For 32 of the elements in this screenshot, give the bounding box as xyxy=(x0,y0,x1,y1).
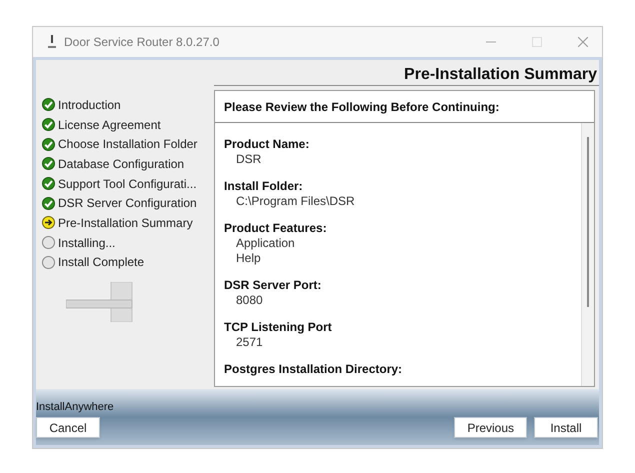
step-label: License Agreement xyxy=(58,116,161,134)
field-value: C:\Program Files\DSR xyxy=(235,194,356,209)
field-label: Postgres Installation Directory: xyxy=(224,362,404,377)
step-label: Pre-Installation Summary xyxy=(58,214,193,232)
field-label: Product Features: xyxy=(224,221,328,236)
door-handle-drawing xyxy=(66,282,134,322)
field-value: 8080 xyxy=(235,293,264,308)
step-label: DSR Server Configuration xyxy=(58,195,197,212)
footer-button[interactable]: Install xyxy=(534,417,598,438)
field-label: TCP Listening Port xyxy=(224,320,333,335)
field-value: DSR xyxy=(235,152,262,167)
app-icon xyxy=(48,35,56,49)
footer-button[interactable]: Cancel xyxy=(36,417,100,438)
close-icon[interactable] xyxy=(578,37,588,47)
step-label: Database Configuration xyxy=(58,156,184,173)
field-label: Product Name: xyxy=(224,137,310,152)
step-label: Installing... xyxy=(58,234,116,252)
summary-heading: Please Review the Following Before Continuing: xyxy=(224,100,500,114)
step-label: Support Tool Configurati... xyxy=(58,176,197,193)
footer-button[interactable]: Previous xyxy=(454,417,527,438)
scrollbar[interactable] xyxy=(581,123,594,386)
page-title: Pre-Installation Summary xyxy=(404,65,597,85)
step-label: Choose Installation Folder xyxy=(58,136,198,154)
field-value: Application xyxy=(235,236,296,251)
brand-label: InstallAnywhere xyxy=(36,401,115,414)
field-label: DSR Server Port: xyxy=(224,278,322,293)
field-value: 2571 xyxy=(235,335,264,350)
field-label: Install Folder: xyxy=(224,179,304,194)
field-value: Help xyxy=(235,251,262,266)
window-title: Door Service Router 8.0.27.0 xyxy=(64,34,220,51)
step-label: Install Complete xyxy=(58,254,144,272)
step-label: Introduction xyxy=(58,96,121,114)
